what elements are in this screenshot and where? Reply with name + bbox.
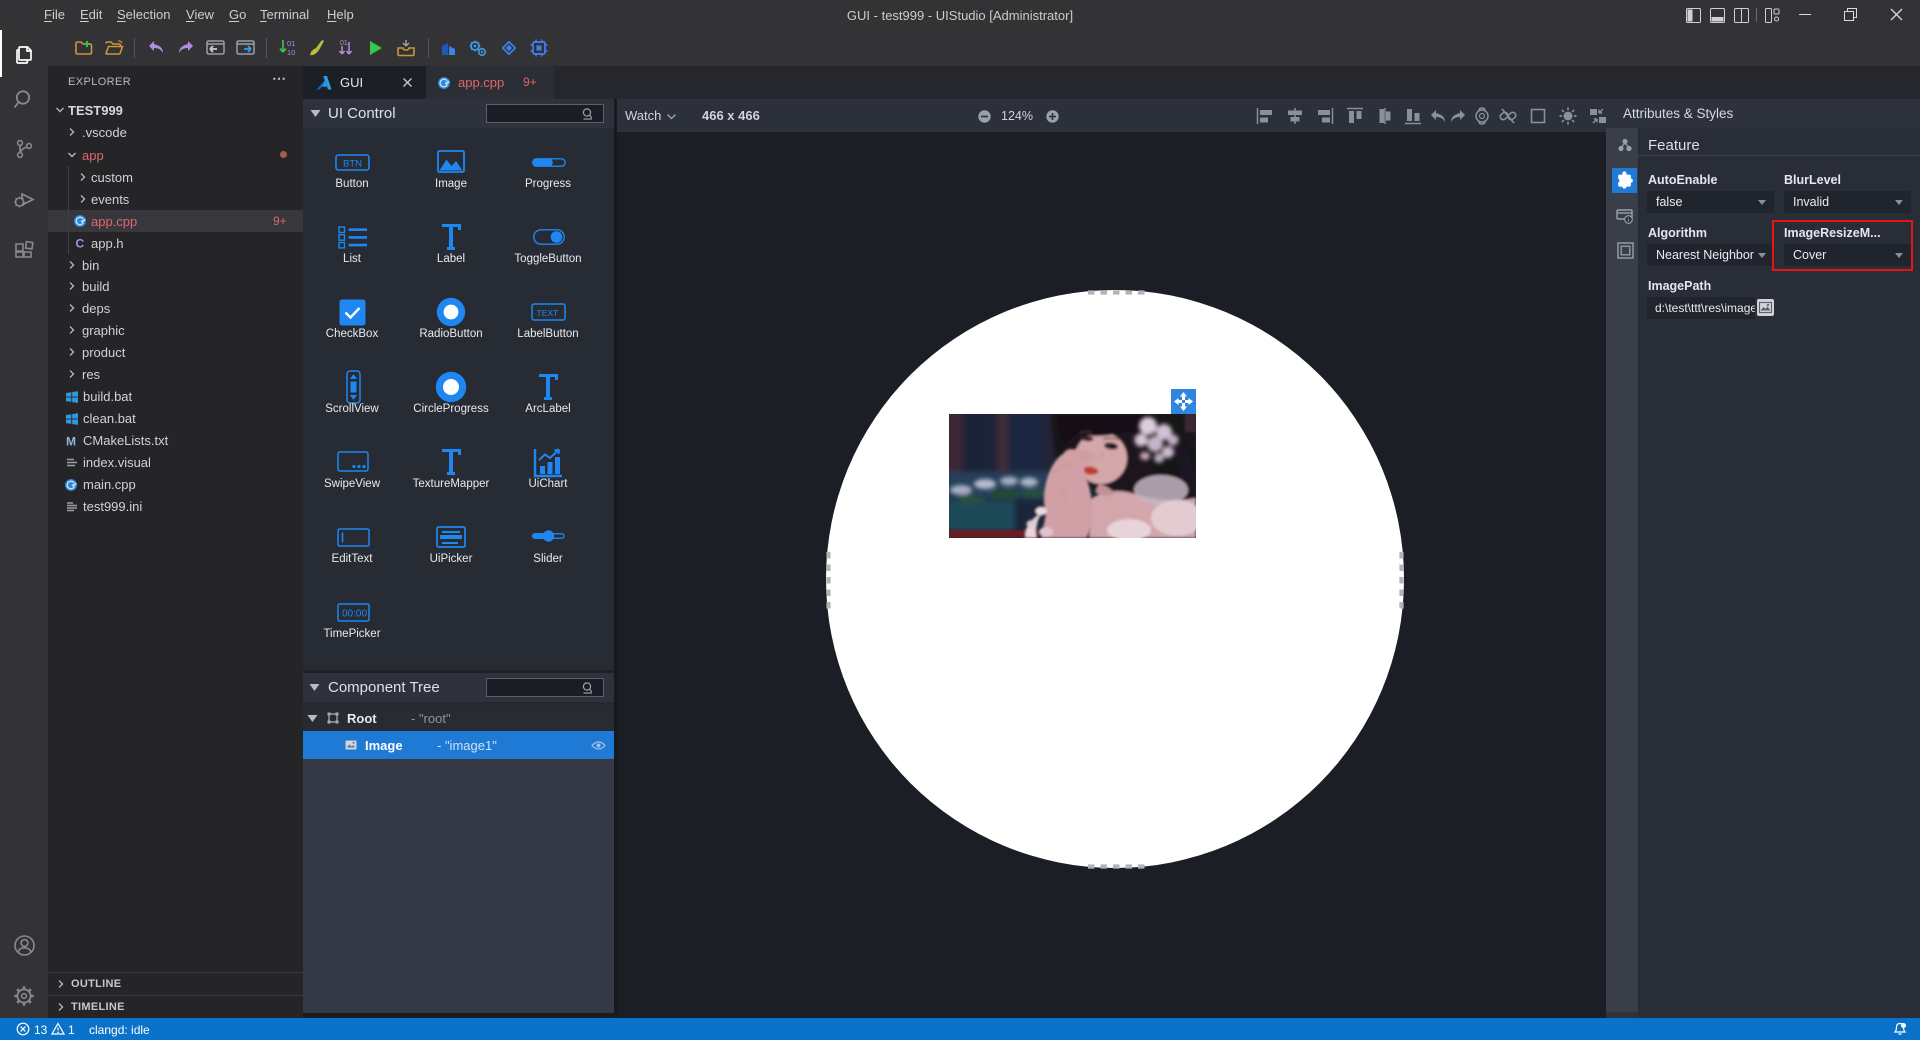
svg-text:01: 01 bbox=[287, 39, 295, 48]
svg-text:10: 10 bbox=[287, 48, 295, 57]
svg-text:01: 01 bbox=[340, 40, 348, 47]
svg-text:00:00: 00:00 bbox=[342, 609, 367, 620]
svg-text:M: M bbox=[66, 435, 76, 449]
svg-text:C: C bbox=[76, 237, 85, 251]
svg-text:TEXT: TEXT bbox=[537, 308, 559, 318]
svg-text:BTN: BTN bbox=[343, 159, 362, 170]
